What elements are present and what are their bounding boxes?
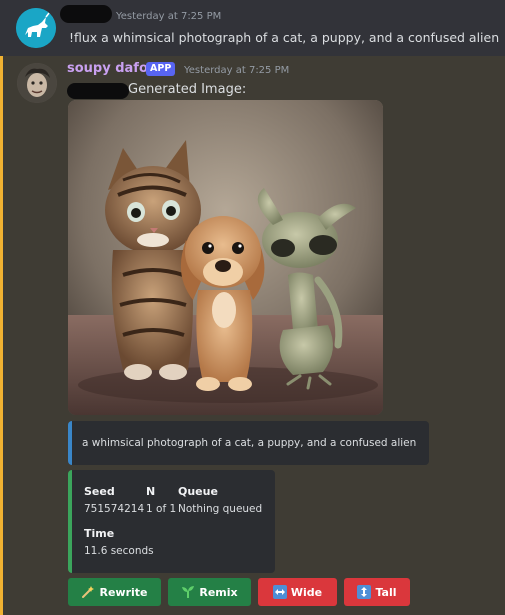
user-message: Yesterday at 7:25 PM !flux a whimsical p… (0, 0, 505, 56)
user-avatar[interactable] (16, 8, 56, 48)
bot-message: soupy dafoe APP Yesterday at 7:25 PM Gen… (0, 56, 505, 615)
remix-button[interactable]: Remix (168, 578, 251, 606)
redacted-mention (67, 83, 129, 99)
queue-value: Nothing queued (178, 503, 263, 515)
message-timestamp: Yesterday at 7:25 PM (116, 11, 222, 22)
tall-label: Tall (375, 585, 397, 599)
up-down-arrow-icon (357, 585, 372, 599)
wide-label: Wide (290, 585, 323, 599)
left-right-arrow-icon (272, 585, 287, 599)
remix-label: Remix (199, 585, 238, 599)
info-embed: Seed 751574214 N 1 of 1 Queue Nothing qu… (68, 470, 275, 573)
magic-wand-icon (82, 586, 95, 598)
tall-button[interactable]: Tall (344, 578, 410, 606)
message-content: !flux a whimsical photograph of a cat, a… (69, 30, 500, 45)
message-timestamp: Yesterday at 7:25 PM (184, 65, 290, 76)
bot-avatar[interactable] (17, 63, 57, 103)
redacted-username (60, 5, 112, 23)
seed-label: Seed (84, 485, 115, 498)
queue-label: Queue (178, 485, 218, 498)
generated-image-label: Generated Image: (128, 82, 247, 97)
seed-value: 751574214 (84, 503, 145, 515)
generated-image[interactable] (68, 100, 383, 415)
app-badge: APP (146, 62, 176, 76)
wide-button[interactable]: Wide (258, 578, 337, 606)
bot-username[interactable]: soupy dafoe (67, 61, 157, 76)
n-value: 1 of 1 (146, 503, 177, 515)
rewrite-button[interactable]: Rewrite (68, 578, 161, 606)
prompt-embed: a whimsical photograph of a cat, a puppy… (68, 421, 429, 465)
time-value: 11.6 seconds (84, 545, 154, 557)
prompt-text: a whimsical photograph of a cat, a puppy… (82, 437, 417, 449)
rewrite-label: Rewrite (99, 585, 148, 599)
time-label: Time (84, 527, 115, 540)
n-label: N (146, 485, 156, 498)
seedling-icon (182, 586, 195, 598)
